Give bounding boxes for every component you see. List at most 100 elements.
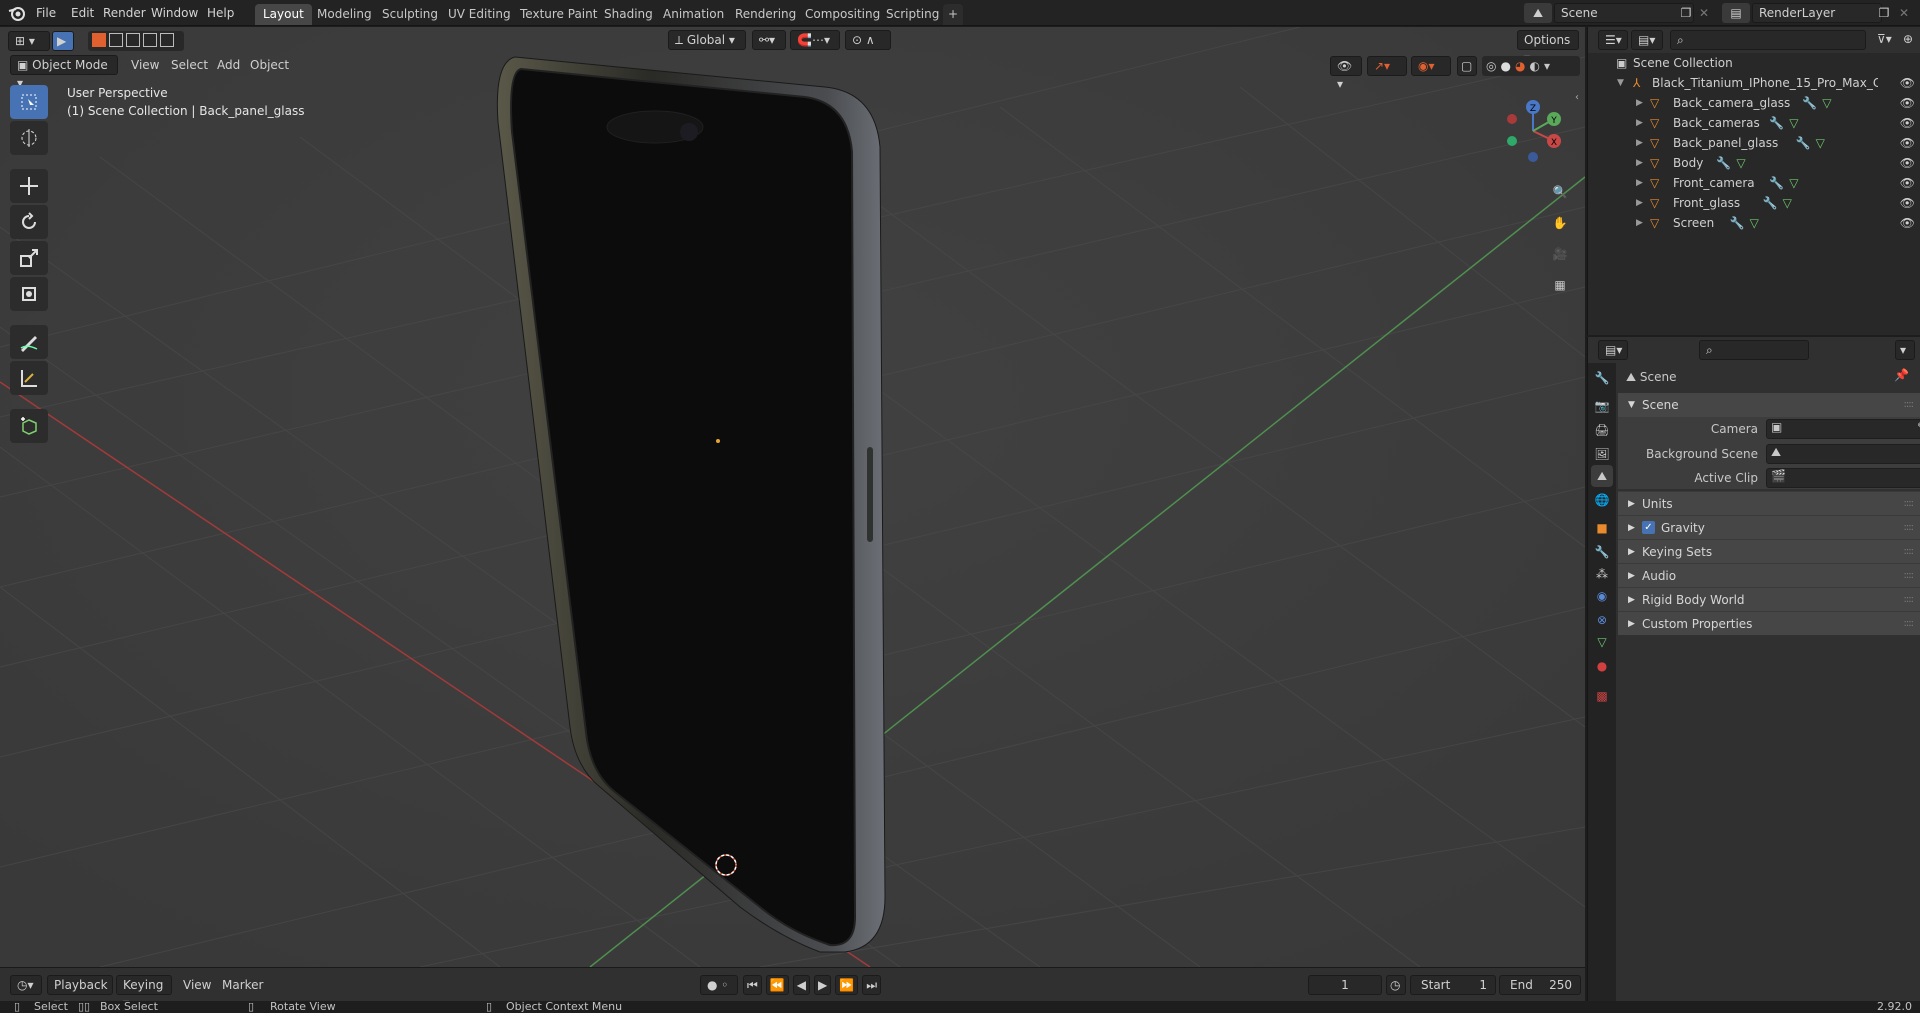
collapse-sidebar-icon[interactable]: ‹ bbox=[1575, 92, 1579, 103]
modifier-icon[interactable]: 🔧 bbox=[1796, 133, 1811, 153]
view-layer-field[interactable]: RenderLayer bbox=[1752, 3, 1882, 23]
visibility-eye-icon[interactable]: 👁 bbox=[1900, 173, 1915, 193]
mode-dropdown[interactable]: ▣ Object Mode ▾ bbox=[10, 55, 118, 90]
tab-sculpting[interactable]: Sculpting bbox=[374, 4, 446, 25]
filter-icon[interactable]: ⊽▾ bbox=[1871, 30, 1901, 50]
properties-search-input[interactable]: ⌕ bbox=[1699, 340, 1809, 360]
next-keyframe-icon[interactable]: ⏩ bbox=[835, 975, 859, 995]
new-view-layer-icon[interactable]: ❐ bbox=[1874, 3, 1894, 23]
display-mode-icon[interactable]: ▤▾ bbox=[1631, 30, 1663, 50]
tab-modeling[interactable]: Modeling bbox=[309, 4, 380, 25]
expand-icon[interactable]: ▼ bbox=[1617, 73, 1624, 93]
expand-icon[interactable]: ▶ bbox=[1628, 612, 1635, 636]
modifier-tab-icon[interactable]: 🔧 bbox=[1591, 541, 1613, 563]
tab-layout[interactable]: Layout bbox=[255, 4, 312, 25]
gravity-checkbox[interactable]: ✓ bbox=[1642, 521, 1655, 534]
select-subtract-icon[interactable] bbox=[126, 33, 140, 47]
select-box-tool-icon[interactable] bbox=[10, 85, 48, 119]
outliner-object-row[interactable]: ▶ ▽ Body 🔧 ▽ 👁 bbox=[1588, 153, 1920, 173]
properties-editor[interactable]: ▤▾ ⌕ ▾ 🔧 📷 🖨 🖼 ⛰ 🌐 ■ 🔧 ⁂ ◉ ⊗ ▽ ● ▩ ⛰ Sce… bbox=[1587, 337, 1920, 1001]
particles-tab-icon[interactable]: ⁂ bbox=[1591, 563, 1613, 585]
3d-viewport[interactable]: ⊞ ▾ ▶ ▣ Object Mode ▾ View Select Add Ob… bbox=[0, 27, 1585, 967]
modifier-icon[interactable]: 🔧 bbox=[1716, 153, 1731, 173]
pivot-point-icon[interactable]: ⚯▾ bbox=[752, 30, 786, 50]
expand-icon[interactable]: ▶ bbox=[1628, 540, 1635, 564]
tab-compositing[interactable]: Compositing bbox=[797, 4, 888, 25]
world-tab-icon[interactable]: 🌐 bbox=[1591, 489, 1613, 511]
menu-help[interactable]: Help bbox=[201, 3, 240, 23]
select-tool-icon[interactable]: ▶ bbox=[52, 31, 74, 51]
play-icon[interactable]: ▶ bbox=[814, 975, 832, 995]
shading-dropdown-icon[interactable]: ▾ bbox=[1544, 59, 1550, 73]
constraints-tab-icon[interactable]: ⊗ bbox=[1591, 609, 1613, 631]
menu-view[interactable]: View bbox=[131, 55, 159, 75]
visibility-eye-icon[interactable]: 👁 bbox=[1900, 153, 1915, 173]
output-tab-icon[interactable]: 🖨 bbox=[1591, 419, 1613, 441]
mesh-data-icon[interactable]: ▽ bbox=[1789, 173, 1798, 193]
background-scene-field[interactable]: ⛰ bbox=[1766, 444, 1920, 464]
modifier-icon[interactable]: 🔧 bbox=[1769, 113, 1784, 133]
panel-grip-icon[interactable]: :::: bbox=[1904, 588, 1915, 612]
menu-window[interactable]: Window bbox=[145, 3, 204, 23]
outliner-scene-collection[interactable]: ▣ Scene Collection bbox=[1588, 53, 1920, 73]
timeline-menu-marker[interactable]: Marker bbox=[222, 975, 263, 995]
subpanel-custom-properties[interactable]: ▶ Custom Properties:::: bbox=[1618, 611, 1920, 635]
subpanel-units[interactable]: ▶ Units:::: bbox=[1618, 491, 1920, 515]
panel-grip-icon[interactable]: :::: bbox=[1904, 492, 1915, 516]
scene-tab-icon[interactable]: ⛰ bbox=[1591, 465, 1613, 487]
menu-add[interactable]: Add bbox=[217, 55, 240, 75]
timeline-editor-type-icon[interactable]: ◷▾ bbox=[10, 975, 42, 995]
cursor-tool-icon[interactable] bbox=[10, 121, 48, 155]
outliner-search-input[interactable]: ⌕ bbox=[1670, 30, 1866, 50]
navigation-gizmo[interactable]: Z X Y bbox=[1498, 87, 1568, 167]
perspective-toggle-icon[interactable]: ▦ bbox=[1547, 272, 1573, 298]
expand-icon[interactable]: ▶ bbox=[1636, 133, 1643, 153]
tab-shading[interactable]: Shading bbox=[596, 4, 661, 25]
tab-texture-paint[interactable]: Texture Paint bbox=[512, 4, 605, 25]
record-keyframe-icon[interactable]: ● ◦ bbox=[700, 975, 738, 995]
view-layer-browse-icon[interactable]: ▤ bbox=[1722, 3, 1750, 23]
transform-orientation-dropdown[interactable]: ⟂ Global ▾ bbox=[668, 30, 746, 50]
render-tab-icon[interactable]: 📷 bbox=[1591, 395, 1613, 417]
mesh-data-icon[interactable]: ▽ bbox=[1822, 93, 1831, 113]
blender-logo-icon[interactable] bbox=[8, 4, 26, 22]
tool-tab-icon[interactable]: 🔧 bbox=[1591, 367, 1613, 389]
panel-grip-icon[interactable]: :::: bbox=[1904, 564, 1915, 588]
expand-icon[interactable]: ▶ bbox=[1636, 153, 1643, 173]
outliner-object-row[interactable]: ▶ ▽ Screen 🔧 ▽ 👁 bbox=[1588, 213, 1920, 233]
outliner-object-row[interactable]: ▶ ▽ Back_panel_glass 🔧 ▽ 👁 bbox=[1588, 133, 1920, 153]
outliner-collection-row[interactable]: ▼ ⅄ Black_Titanium_IPhone_15_Pro_Max_Cra… bbox=[1588, 73, 1920, 93]
visibility-eye-icon[interactable]: 👁 bbox=[1900, 193, 1915, 213]
active-clip-field[interactable]: 🎬 bbox=[1766, 468, 1920, 488]
menu-render[interactable]: Render bbox=[97, 3, 152, 23]
shading-modes[interactable]: ◎ ● ◕ ◐ ▾ bbox=[1482, 56, 1580, 76]
transform-tool-icon[interactable] bbox=[10, 277, 48, 311]
object-tab-icon[interactable]: ■ bbox=[1591, 517, 1613, 539]
outliner-object-row[interactable]: ▶ ▽ Front_glass 🔧 ▽ 👁 bbox=[1588, 193, 1920, 213]
pin-icon[interactable]: 📌 bbox=[1894, 368, 1909, 382]
physics-tab-icon[interactable]: ◉ bbox=[1591, 585, 1613, 607]
xray-icon[interactable]: ▢ bbox=[1457, 56, 1477, 76]
rotate-tool-icon[interactable] bbox=[10, 205, 48, 239]
expand-icon[interactable]: ▶ bbox=[1628, 492, 1635, 516]
proportional-edit-icon[interactable]: ⊙ ∧ bbox=[845, 30, 891, 50]
menu-select[interactable]: Select bbox=[171, 55, 208, 75]
menu-file[interactable]: File bbox=[30, 3, 62, 23]
modifier-icon[interactable]: 🔧 bbox=[1769, 173, 1784, 193]
tab-uv-editing[interactable]: UV Editing bbox=[440, 4, 519, 25]
select-extend-icon[interactable] bbox=[109, 33, 123, 47]
material-tab-icon[interactable]: ● bbox=[1591, 655, 1613, 677]
modifier-icon[interactable]: 🔧 bbox=[1802, 93, 1817, 113]
panel-grip-icon[interactable]: :::: bbox=[1904, 540, 1915, 564]
preview-range-icon[interactable]: ◷ bbox=[1386, 975, 1406, 995]
expand-icon[interactable]: ▶ bbox=[1628, 564, 1635, 588]
expand-icon[interactable]: ▶ bbox=[1636, 93, 1643, 113]
annotate-tool-icon[interactable] bbox=[10, 325, 48, 359]
scene-browse-icon[interactable]: ⛰ bbox=[1524, 3, 1552, 23]
view-layer-tab-icon[interactable]: 🖼 bbox=[1591, 443, 1613, 465]
tab-rendering[interactable]: Rendering bbox=[727, 4, 804, 25]
jump-start-icon[interactable]: ⏮ bbox=[743, 975, 762, 995]
solid-shading-icon[interactable]: ● bbox=[1500, 59, 1510, 73]
properties-editor-type-icon[interactable]: ▤▾ bbox=[1598, 340, 1628, 360]
modifier-icon[interactable]: 🔧 bbox=[1730, 213, 1745, 233]
